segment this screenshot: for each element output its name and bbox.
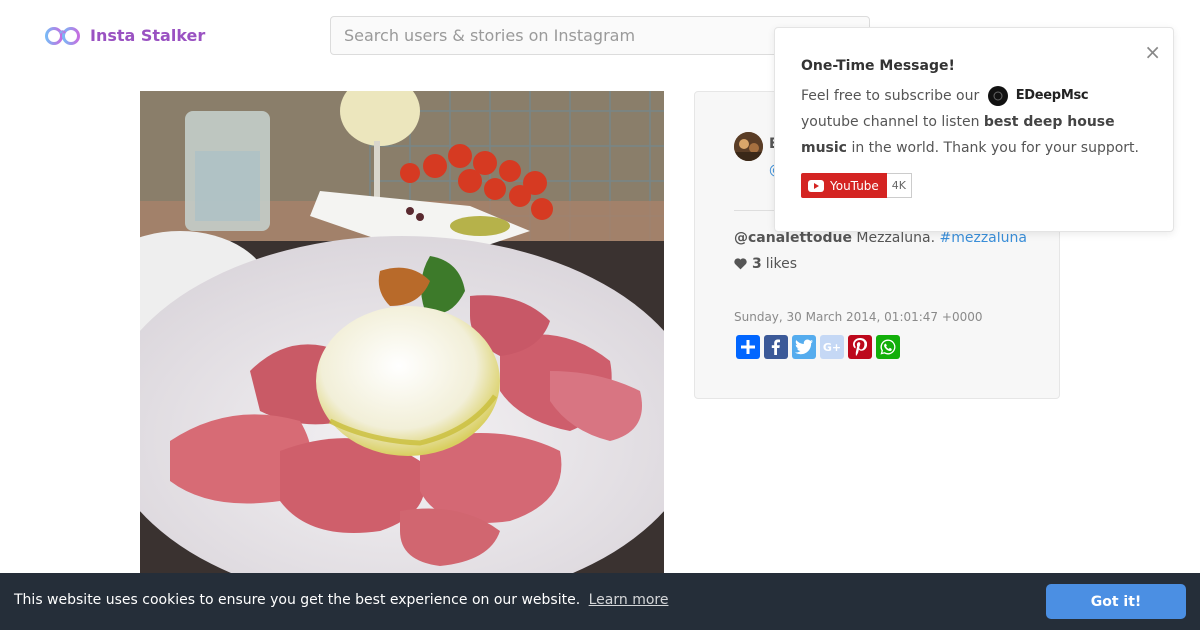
logo[interactable]: Insta Stalker xyxy=(44,22,205,48)
post-photo xyxy=(140,91,664,573)
twitter-icon[interactable] xyxy=(792,335,816,359)
caption-mention[interactable]: @canalettodue xyxy=(734,230,852,246)
channel-logo-icon xyxy=(987,86,1008,106)
facebook-icon[interactable] xyxy=(764,335,788,359)
learn-more-link[interactable]: Learn more xyxy=(589,592,669,608)
avatar[interactable] xyxy=(734,132,763,161)
youtube-subscribe-button[interactable]: YouTube xyxy=(801,173,887,198)
likes-count: 3 xyxy=(752,256,762,272)
likes: 3 likes xyxy=(734,256,797,272)
caption-hashtag[interactable]: #mezzaluna xyxy=(940,230,1027,246)
share-buttons: G+ xyxy=(736,335,900,359)
channel-name: EDeepMsc xyxy=(1015,88,1089,103)
post-caption: @canalettodue Mezzaluna. #mezzaluna xyxy=(734,230,1027,246)
whatsapp-icon[interactable] xyxy=(876,335,900,359)
youtube-label: YouTube xyxy=(830,178,879,193)
subscriber-count: 4K xyxy=(886,173,913,198)
cookie-banner: This website uses cookies to ensure you … xyxy=(0,573,1200,630)
likes-label: likes xyxy=(765,256,798,272)
popup-text-before: Feel free to subscribe our xyxy=(801,88,980,104)
cookie-message-wrap: This website uses cookies to ensure you … xyxy=(14,592,668,608)
cookie-accept-button[interactable]: Got it! xyxy=(1046,584,1186,619)
one-time-message-popup: × One-Time Message! Feel free to subscri… xyxy=(774,27,1174,232)
close-icon[interactable]: × xyxy=(1144,42,1161,62)
brand-name: Insta Stalker xyxy=(90,25,206,45)
channel-badge[interactable]: EDeepMsc xyxy=(987,83,1089,109)
popup-title: One-Time Message! xyxy=(801,58,955,74)
google-plus-icon[interactable]: G+ xyxy=(820,335,844,359)
heart-icon xyxy=(734,258,747,270)
youtube-play-icon xyxy=(808,179,824,192)
share-icon[interactable] xyxy=(736,335,760,359)
caption-text: Mezzaluna. xyxy=(851,230,940,246)
popup-text-end: in the world. Thank you for your support… xyxy=(851,140,1139,156)
food-plate-image xyxy=(140,91,664,573)
youtube-subscribe[interactable]: YouTube 4K xyxy=(801,173,913,198)
binoculars-icon xyxy=(45,27,80,45)
popup-text-after: youtube channel to listen xyxy=(801,114,980,130)
post-date: Sunday, 30 March 2014, 01:01:47 +0000 xyxy=(734,310,983,324)
popup-body: Feel free to subscribe our EDeepMsc yout… xyxy=(801,83,1153,161)
pinterest-icon[interactable] xyxy=(848,335,872,359)
cookie-message: This website uses cookies to ensure you … xyxy=(14,592,581,608)
